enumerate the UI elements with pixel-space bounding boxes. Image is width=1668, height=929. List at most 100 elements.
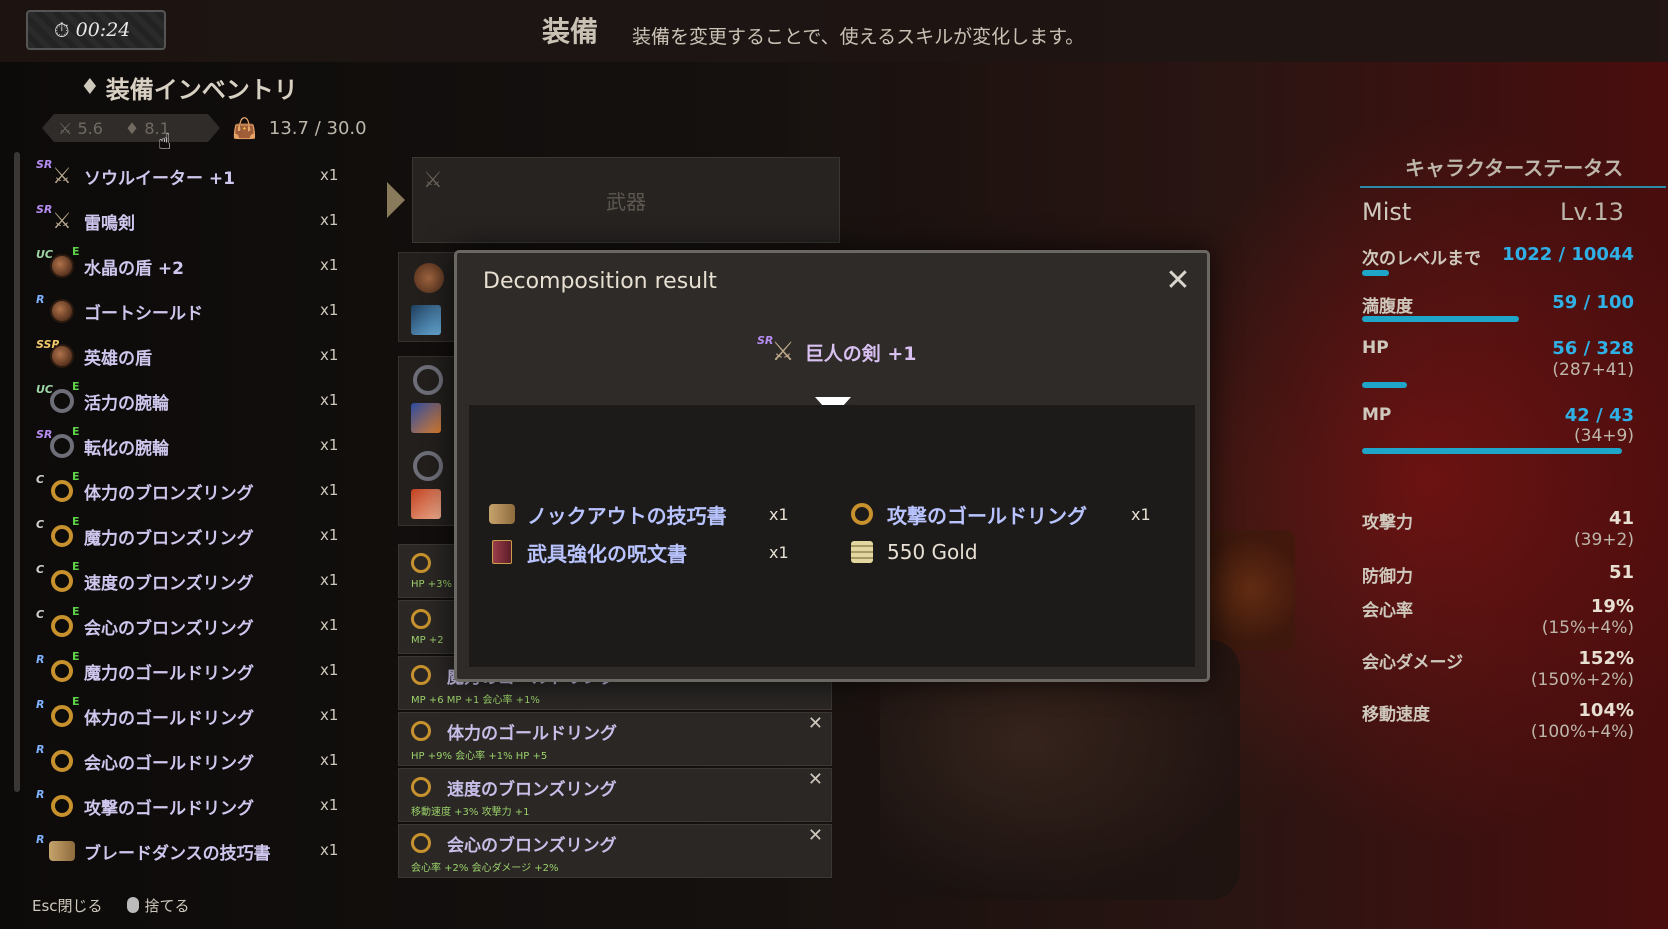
discard-hint[interactable]: 捨てる — [126, 895, 190, 916]
mp-label: MP — [1362, 405, 1392, 425]
unequip-icon[interactable]: ✕ — [808, 769, 823, 790]
ring-icon — [845, 497, 879, 531]
dialog-title: Decomposition result — [483, 269, 717, 294]
ring-icon — [411, 609, 431, 629]
inventory-item[interactable]: R E 体力のゴールドリング x1 — [36, 692, 356, 737]
inventory-item[interactable]: C E 魔力のブロンズリング x1 — [36, 512, 356, 557]
accessory-slot[interactable]: 速度のブロンズリング 移動速度 +3% 攻撃力 +1 ✕ — [398, 768, 832, 822]
item-quantity: x1 — [320, 301, 339, 319]
inventory-item[interactable]: SSR 英雄の盾 x1 — [36, 332, 356, 377]
rarity-badge: C — [36, 518, 45, 531]
item-name: 会心のゴールドリング — [84, 754, 254, 774]
item-name: 雷鳴剣 — [84, 214, 135, 234]
shield-icon — [48, 297, 76, 325]
item-quantity: x1 — [320, 346, 339, 364]
rarity-badge: R — [36, 788, 45, 801]
ring-icon — [48, 477, 76, 505]
screen-subtitle: 装備を変更することで、使えるスキルが変化します。 — [632, 26, 1085, 48]
result-item: 攻撃のゴールドリング — [845, 497, 1087, 531]
unequip-icon[interactable]: ✕ — [808, 825, 823, 846]
weapon-slot[interactable]: ⚔ 武器 — [412, 157, 840, 243]
sword-icon: ⚔ — [423, 168, 443, 193]
sword-icon: ⚔ — [52, 208, 72, 234]
item-name: 体力のブロンズリング — [84, 484, 254, 504]
inventory-item[interactable]: R 攻撃のゴールドリング x1 — [36, 782, 356, 827]
stat-value: 104% — [1578, 700, 1634, 721]
item-name: 水晶の盾 +2 — [84, 259, 184, 279]
rarity-badge: R — [36, 698, 45, 711]
slot-selector-arrow — [387, 182, 405, 218]
stat-breakdown: (150%+2%) — [1530, 670, 1634, 690]
mp-bar — [1362, 448, 1622, 454]
inventory-item[interactable]: R ゴートシールド x1 — [36, 287, 356, 332]
decomposition-dialog: Decomposition result ✕ SR ⚔ 巨人の剣 +1 ノックア… — [454, 250, 1210, 682]
hp-breakdown: (287+41) — [1552, 360, 1634, 380]
filter-weapon[interactable]: ⚔ 5.6 — [58, 119, 103, 138]
shield-slot[interactable] — [398, 252, 458, 342]
bracelet-slots[interactable] — [398, 356, 458, 526]
esc-close-hint[interactable]: Esc閉じる — [32, 895, 103, 916]
inventory-item[interactable]: SR E 転化の腕輪 x1 — [36, 422, 356, 467]
inventory-item[interactable]: UC E 活力の腕輪 x1 — [36, 377, 356, 422]
inventory-item[interactable]: R E 魔力のゴールドリング x1 — [36, 647, 356, 692]
inventory-item[interactable]: C E 体力のブロンズリング x1 — [36, 467, 356, 512]
item-quantity: x1 — [320, 481, 339, 499]
satiety-label: 満腹度 — [1362, 297, 1413, 317]
result-name: ノックアウトの技巧書 — [527, 503, 727, 528]
inventory-list: SR ⚔ ソウルイーター +1 x1 SR ⚔ 雷鳴剣 x1 UC E 水晶の盾 +2 x1 R ゴートシ… — [36, 152, 356, 872]
mouse-icon — [126, 897, 139, 913]
hp-value: 56 / 328 — [1552, 338, 1634, 359]
source-rarity: SR — [757, 333, 774, 347]
rarity-badge: C — [36, 473, 45, 486]
ring-icon — [48, 612, 76, 640]
category-filter[interactable]: ⚔ 5.6 ♦ 8.1 — [42, 114, 220, 142]
inventory-item[interactable]: SR ⚔ 雷鳴剣 x1 — [36, 197, 356, 242]
item-quantity: x1 — [320, 436, 339, 454]
mp-value: 42 / 43 — [1564, 405, 1634, 426]
result-item: 550 Gold — [845, 535, 978, 569]
result-item: ノックアウトの技巧書 — [485, 497, 727, 531]
inventory-item[interactable]: R 会心のゴールドリング x1 — [36, 737, 356, 782]
item-name: ブレードダンスの技巧書 — [84, 844, 271, 864]
item-name: ソウルイーター +1 — [84, 169, 235, 189]
screen-title: 装備 — [542, 15, 599, 48]
scroll-icon — [485, 497, 519, 531]
inventory-scrollbar[interactable] — [14, 152, 20, 792]
accessory-slot[interactable]: 会心のブロンズリング 会心率 +2% 会心ダメージ +2% ✕ — [398, 824, 832, 878]
source-item-name: 巨人の剣 +1 — [804, 342, 917, 365]
stat-breakdown: (39+2) — [1574, 530, 1634, 550]
item-quantity: x1 — [320, 796, 339, 814]
inventory-item[interactable]: R ブレードダンスの技巧書 x1 — [36, 827, 356, 872]
rarity-badge: C — [36, 563, 45, 576]
book-icon — [485, 535, 519, 569]
inventory-item[interactable]: UC E 水晶の盾 +2 x1 — [36, 242, 356, 287]
ring-icon — [48, 567, 76, 595]
unequip-icon[interactable]: ✕ — [808, 713, 823, 734]
stat-value: 19% — [1590, 596, 1634, 617]
item-quantity: x1 — [320, 391, 339, 409]
bracelet-icon — [413, 365, 443, 395]
exp-bar — [1362, 270, 1389, 276]
inventory-item[interactable]: SR ⚔ ソウルイーター +1 x1 — [36, 152, 356, 197]
inventory-item[interactable]: C E 速度のブロンズリング x1 — [36, 557, 356, 602]
ring-icon — [411, 833, 431, 853]
ring-icon — [411, 665, 431, 685]
item-name: 活力の腕輪 — [84, 394, 169, 414]
result-name: 550 Gold — [887, 540, 978, 564]
ring-icon — [48, 702, 76, 730]
close-icon[interactable]: ✕ — [1161, 263, 1195, 298]
discard-label: 捨てる — [144, 897, 190, 915]
item-quantity: x1 — [320, 841, 339, 859]
inventory-title: 装備インベントリ — [105, 76, 298, 104]
item-name: 転化の腕輪 — [84, 439, 169, 459]
inventory-item[interactable]: C E 会心のブロンズリング x1 — [36, 602, 356, 647]
next-level-value: 1022 / 10044 — [1502, 244, 1634, 265]
ring-icon — [411, 777, 431, 797]
next-level-label: 次のレベルまで — [1362, 249, 1481, 269]
accessory-slot[interactable]: 体力のゴールドリング HP +9% 会心率 +1% HP +5 ✕ — [398, 712, 832, 766]
top-bar: ⏱ 00:24 装備 装備を変更することで、使えるスキルが変化します。 — [0, 0, 1668, 62]
result-item: 武具強化の呪文書 — [485, 535, 687, 569]
mp-breakdown: (34+9) — [1574, 426, 1634, 446]
stat-breakdown: (15%+4%) — [1541, 618, 1634, 638]
item-name: 攻撃のゴールドリング — [84, 799, 254, 819]
